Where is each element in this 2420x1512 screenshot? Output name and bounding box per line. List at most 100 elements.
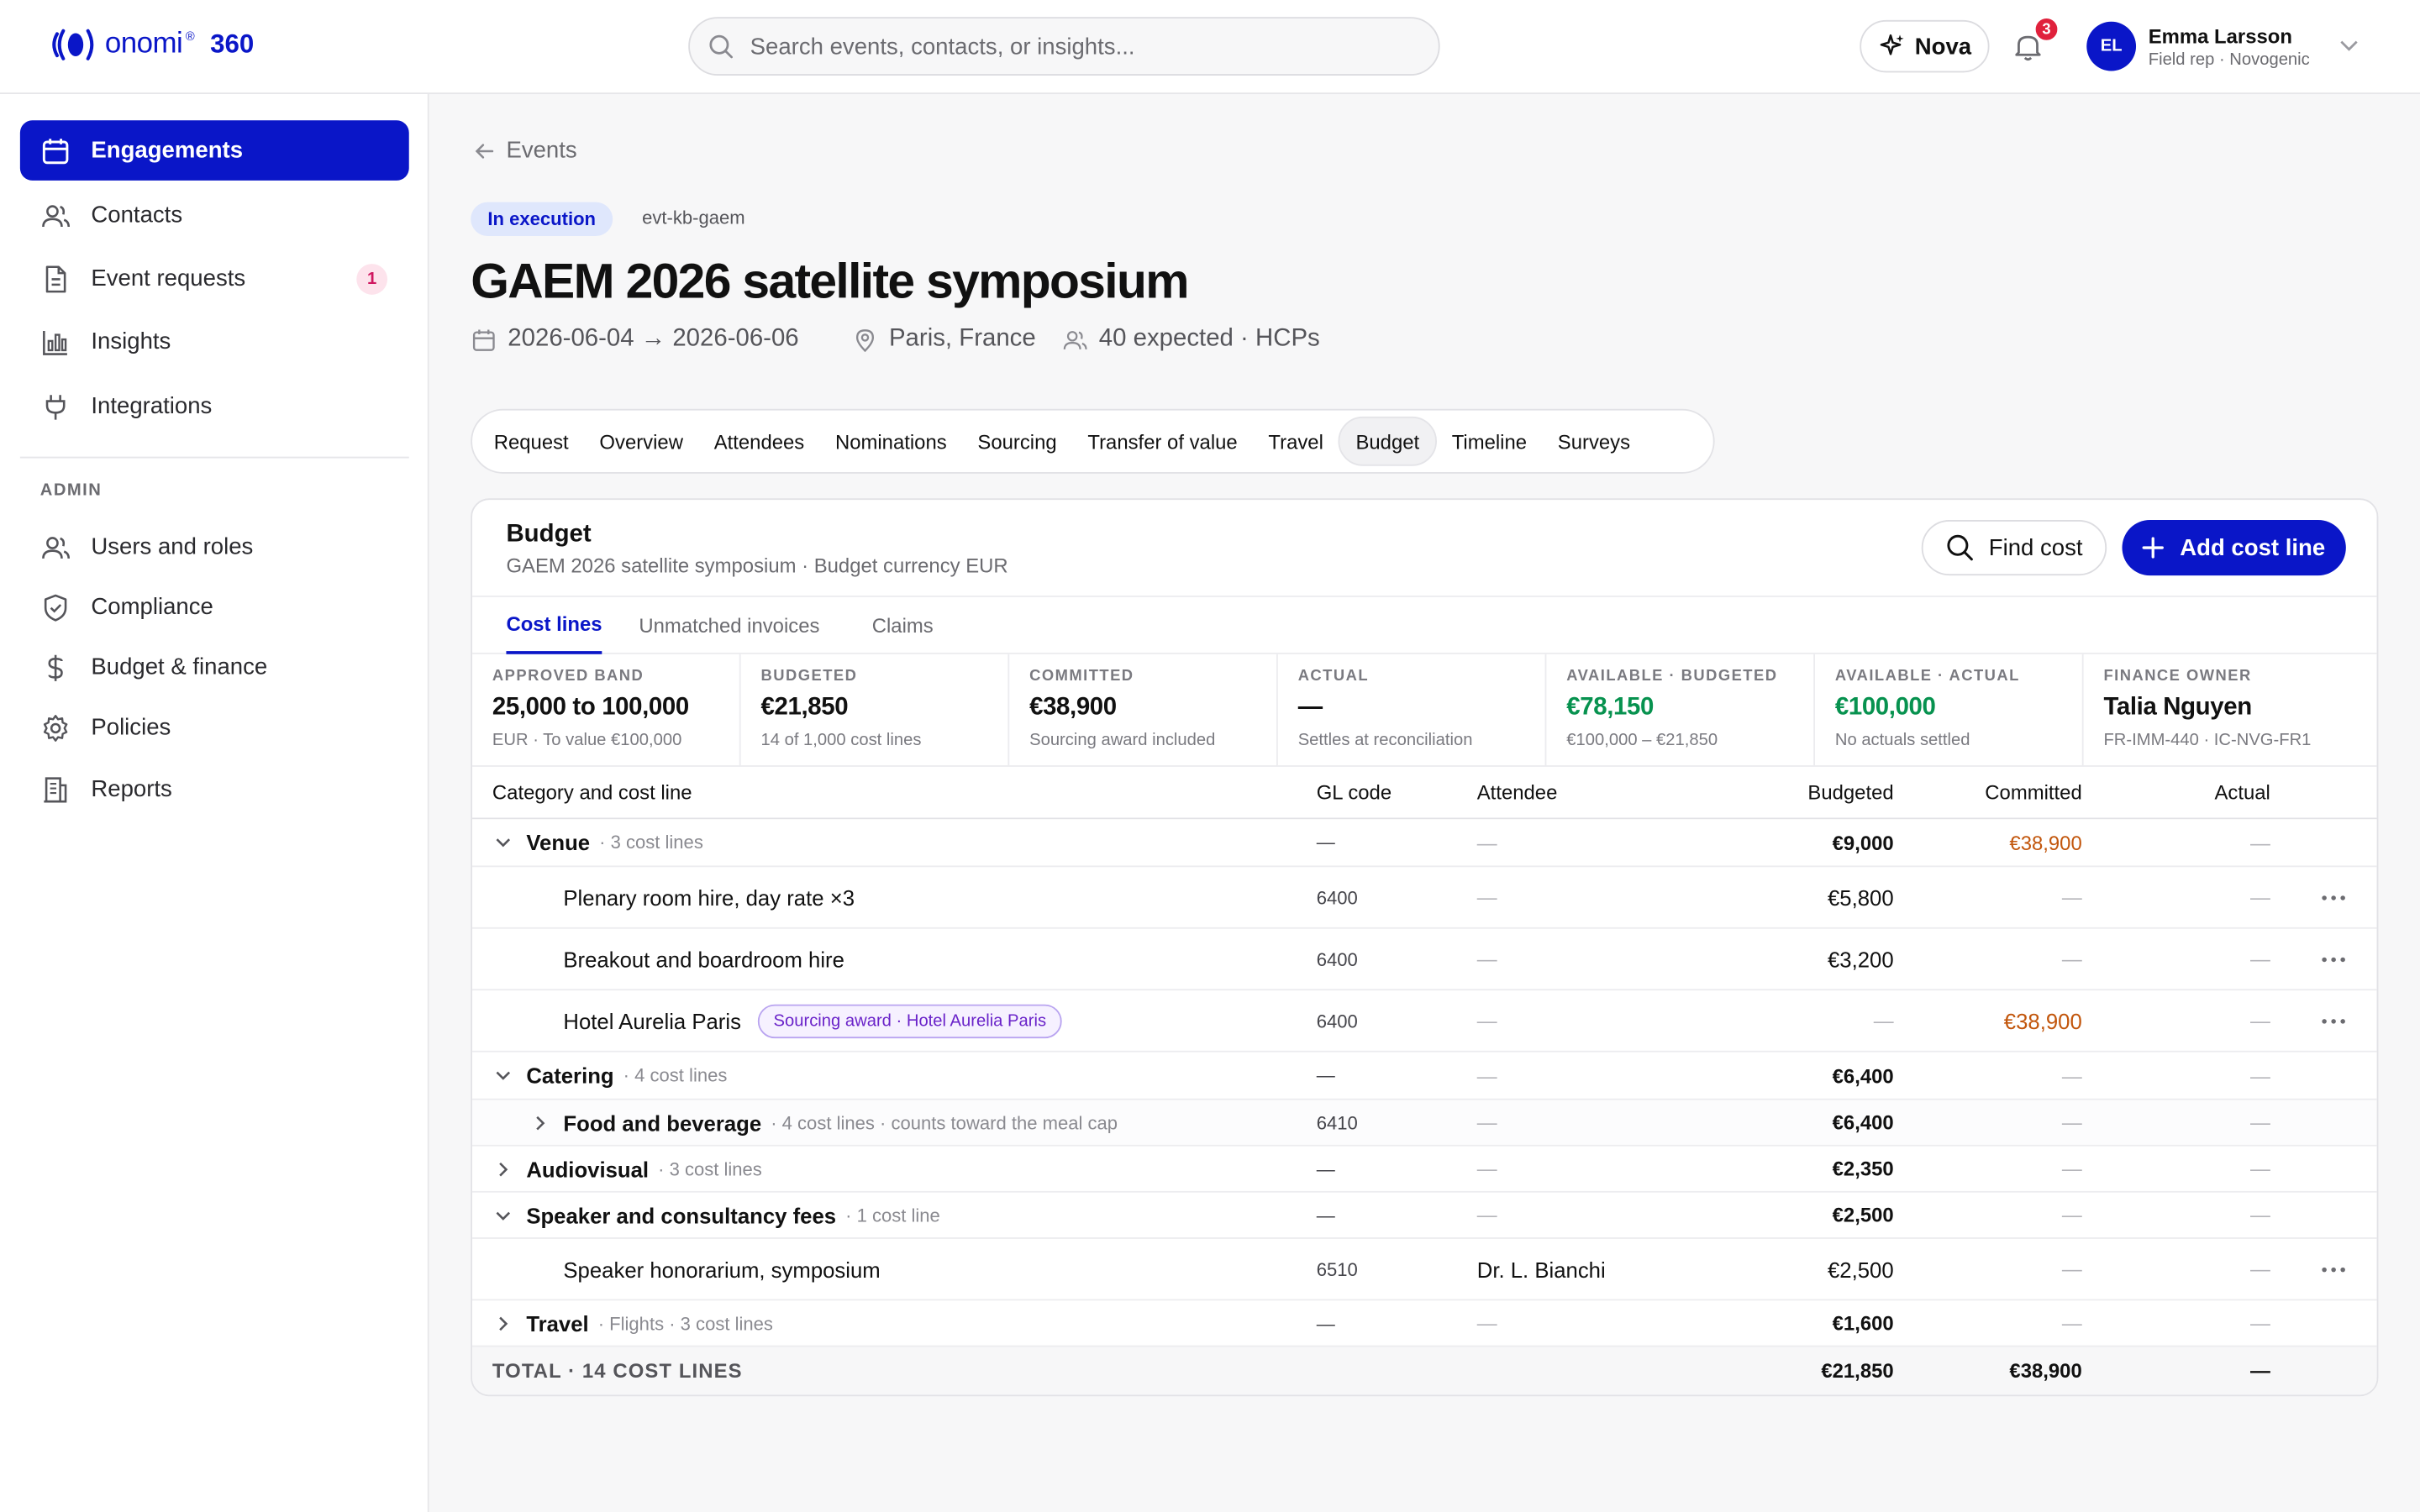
table-row-cost-line[interactable]: Speaker honorarium, symposium 6510 Dr. L… [472,1239,2377,1301]
sidebar-item-label: Engagements [91,137,244,164]
table-row-cost-line[interactable]: Plenary room hire, day rate ×3 6400 — €5… [472,867,2377,929]
status-badge: In execution [471,202,613,237]
event-audience: 40 expected · HCPs [1062,326,1320,354]
category-cell: Catering · 4 cost lines [492,1053,727,1099]
tab-transfer-of-value[interactable]: Transfer of value [1072,417,1253,466]
table-header: Category and cost line GL code Attendee … [472,765,2377,820]
stat-note: FR-IMM-440 · IC-NVG-FR1 [2103,731,2312,750]
sidebar-item-event-requests[interactable]: Event requests 1 [20,249,409,309]
tab-nominations[interactable]: Nominations [820,417,962,466]
tab-overview[interactable]: Overview [584,417,698,466]
actual-cell: — [2249,1203,2270,1227]
app-logo[interactable]: onomi ® 360 [50,26,254,63]
more-icon[interactable] [2321,956,2345,962]
sidebar-item-budget-finance[interactable]: Budget & finance [20,638,409,698]
plus-icon [2143,537,2165,559]
more-icon[interactable] [2321,1017,2345,1023]
chevron-right-icon[interactable] [492,1312,514,1334]
sidebar-item-policies[interactable]: Policies [20,697,409,758]
column-header-actual[interactable]: Actual [2016,767,2270,818]
budget-stats: Approved band 25,000 to 100,000 EUR · To… [472,654,2377,766]
table-row-category-audiovisual[interactable]: Audiovisual · 3 cost lines — — €2,350 — … [472,1146,2377,1193]
back-to-events-link[interactable]: Events [472,137,577,164]
page-title: GAEM 2026 satellite symposium [471,253,1189,309]
add-cost-line-button[interactable]: Add cost line [2122,519,2346,576]
stat-note: No actuals settled [1834,731,1970,750]
row-actions[interactable] [2321,929,2345,990]
table-row-category-speaker-fees[interactable]: Speaker and consultancy fees · 1 cost li… [472,1192,2377,1239]
table-row-category-travel[interactable]: Travel · Flights · 3 cost lines — — €1,6… [472,1300,2377,1347]
cost-line-name: Hotel Aurelia Paris [563,1008,741,1033]
sidebar-item-engagements[interactable]: Engagements [19,120,409,181]
find-cost-button[interactable]: Find cost [1921,519,2107,576]
stat-value: 25,000 to 100,000 [492,694,689,721]
column-header-category[interactable]: Category and cost line [492,767,692,818]
tab-request[interactable]: Request [478,417,584,466]
tab-timeline[interactable]: Timeline [1436,417,1542,466]
sidebar-item-insights[interactable]: Insights [20,312,409,372]
attendee-cell[interactable]: Dr. L. Bianchi [1477,1239,1606,1299]
avatar[interactable]: EL [2086,21,2137,71]
event-location: Paris, France [852,326,1036,354]
subcategory-cell: Food and beverage · 4 cost lines · count… [529,1100,1118,1145]
global-search[interactable] [688,17,1440,76]
sidebar-item-contacts[interactable]: Contacts [20,185,409,245]
sparkle-icon [1880,34,1903,55]
chevron-down-icon[interactable] [492,1205,514,1226]
calendar-icon [42,138,69,164]
chevron-down-icon[interactable] [492,832,514,853]
search-input[interactable] [750,33,1399,60]
actual-cell: — [2249,1157,2270,1181]
calendar-icon [472,328,495,350]
tab-travel[interactable]: Travel [1253,417,1339,466]
tab-attendees[interactable]: Attendees [698,417,819,466]
subtab-unmatched-invoices[interactable]: Unmatched invoices [639,597,819,654]
more-icon[interactable] [2321,1266,2345,1272]
row-actions[interactable] [2321,867,2345,927]
more-icon[interactable] [2321,894,2345,900]
sidebar-item-integrations[interactable]: Integrations [20,376,409,437]
row-actions[interactable] [2321,1239,2345,1299]
table-row-category-catering[interactable]: Catering · 4 cost lines — — €6,400 — — [472,1052,2377,1100]
gl-cell: 6510 [1316,1257,1358,1280]
stat-label: Budgeted [760,668,858,685]
subtab-claims[interactable]: Claims [872,597,934,654]
chevron-down-icon[interactable] [2338,37,2360,55]
user-name[interactable]: Emma Larsson [2149,24,2292,48]
chevron-right-icon[interactable] [492,1158,514,1179]
stat-value: €78,150 [1566,694,1654,721]
cost-line-name: Speaker honorarium, symposium [563,1257,881,1282]
column-header-attendee[interactable]: Attendee [1477,767,1558,818]
sidebar-item-reports[interactable]: Reports [20,759,409,820]
category-name: Catering [526,1063,614,1088]
subtab-cost-lines[interactable]: Cost lines [506,597,602,654]
sidebar: Engagements Contacts Event requests 1 In… [0,94,429,1512]
nova-assistant-button[interactable]: Nova [1860,19,1990,73]
table-row-category-venue[interactable]: Venue · 3 cost lines — — €9,000 €38,900 … [472,819,2377,868]
tab-surveys[interactable]: Surveys [1542,417,1645,466]
sidebar-item-label: Integrations [91,393,213,420]
row-actions[interactable] [2321,990,2345,1051]
table-row-cost-line[interactable]: Breakout and boardroom hire 6400 — €3,20… [472,929,2377,991]
table-row-subcategory-food-and-beverage[interactable]: Food and beverage · 4 cost lines · count… [472,1100,2377,1147]
gl-cell: — [1316,1158,1335,1180]
tab-sourcing[interactable]: Sourcing [962,417,1072,466]
search-icon [1946,534,1973,561]
chevron-down-icon[interactable] [492,1064,514,1086]
sourcing-award-badge[interactable]: Sourcing award · Hotel Aurelia Paris [758,1003,1062,1038]
sidebar-item-users-and-roles[interactable]: Users and roles [20,517,409,577]
stat-label: Committed [1029,668,1134,685]
stat-label: Available · actual [1834,668,2020,685]
chevron-right-icon[interactable] [529,1111,551,1133]
tab-budget[interactable]: Budget [1339,416,1437,466]
sidebar-item-compliance[interactable]: Compliance [20,577,409,638]
column-header-gl-code[interactable]: GL code [1317,767,1392,818]
stat-value: Talia Nguyen [2103,694,2252,721]
table-row-cost-line[interactable]: Hotel Aurelia Paris Sourcing award · Hot… [472,990,2377,1053]
stat-available-budgeted: Available · budgeted €78,150 €100,000 – … [1546,654,1815,766]
find-cost-label: Find cost [1988,534,2083,561]
sidebar-item-label: Compliance [91,594,213,621]
gl-cell: 6400 [1316,1010,1358,1032]
category-name: Audiovisual [526,1156,650,1182]
logo-registered: ® [185,29,195,44]
